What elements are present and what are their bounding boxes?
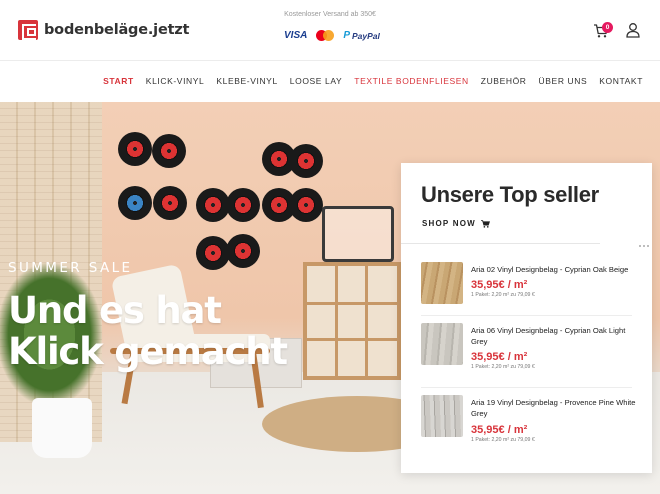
slider-dots-icon bbox=[600, 242, 652, 250]
product-name[interactable]: Aria 19 Vinyl Designbelag - Provence Pin… bbox=[471, 397, 636, 419]
hero-headline: Und es hat Klick gemacht bbox=[8, 289, 288, 373]
user-icon[interactable] bbox=[625, 22, 641, 38]
top-seller-title: Unsere Top seller bbox=[421, 182, 599, 207]
cart-count-badge: 0 bbox=[602, 22, 613, 33]
nav-item-kontakt[interactable]: KONTAKT bbox=[599, 76, 643, 86]
mastercard-icon bbox=[316, 30, 335, 41]
nav-item-loose-lay[interactable]: LOOSE LAY bbox=[290, 76, 343, 86]
product-unit-note: 1 Paket: 2,20 m² zu 79,09 € bbox=[471, 437, 535, 443]
nav-item-ueber-uns[interactable]: ÜBER UNS bbox=[539, 76, 588, 86]
cart-small-icon bbox=[480, 219, 490, 228]
nav-item-zubehoer[interactable]: ZUBEHÖR bbox=[481, 76, 527, 86]
visa-icon: VISA bbox=[284, 30, 308, 41]
brand-name: bodenbeläge.jetzt bbox=[44, 22, 190, 38]
product-name[interactable]: Aria 02 Vinyl Designbelag - Cyprian Oak … bbox=[471, 264, 636, 275]
product-unit-note: 1 Paket: 2,20 m² zu 79,09 € bbox=[471, 364, 535, 370]
paypal-icon: P PayPal bbox=[343, 30, 380, 41]
product-image[interactable] bbox=[421, 262, 463, 304]
product-name[interactable]: Aria 06 Vinyl Designbelag - Cyprian Oak … bbox=[471, 325, 636, 347]
payment-methods: VISA P PayPal bbox=[284, 30, 380, 41]
product-price: 35,95€ / m² bbox=[471, 279, 528, 291]
product-price: 35,95€ / m² bbox=[471, 351, 528, 363]
product-item[interactable]: Aria 19 Vinyl Designbelag - Provence Pin… bbox=[421, 395, 636, 445]
hero-tagline: SUMMER SALE bbox=[8, 260, 133, 276]
hero-plant-pot bbox=[32, 398, 92, 458]
nav-item-klick-vinyl[interactable]: KLICK-VINYL bbox=[146, 76, 205, 86]
site-header: bodenbeläge.jetzt Kostenloser Versand ab… bbox=[0, 0, 660, 60]
main-navigation: START KLICK-VINYL KLEBE-VINYL LOOSE LAY … bbox=[0, 60, 660, 102]
shipping-note: Kostenloser Versand ab 350€ bbox=[284, 11, 376, 18]
hero-record-rack bbox=[322, 206, 394, 262]
product-item[interactable]: Aria 06 Vinyl Designbelag - Cyprian Oak … bbox=[421, 323, 633, 373]
logo-icon bbox=[18, 20, 38, 40]
product-item[interactable]: Aria 02 Vinyl Designbelag - Cyprian Oak … bbox=[421, 262, 633, 312]
nav-item-textile-bodenfliesen[interactable]: TEXTILE BODENFLIESEN bbox=[354, 76, 469, 86]
nav-item-start[interactable]: START bbox=[103, 76, 134, 86]
nav-item-klebe-vinyl[interactable]: KLEBE-VINYL bbox=[216, 76, 277, 86]
shop-now-link[interactable]: SHOP NOW bbox=[422, 219, 490, 228]
product-image[interactable] bbox=[421, 395, 463, 437]
product-price: 35,95€ / m² bbox=[471, 424, 528, 436]
brand-logo[interactable]: bodenbeläge.jetzt bbox=[18, 20, 189, 40]
product-unit-note: 1 Paket: 2,20 m² zu 79,09 € bbox=[471, 292, 535, 298]
product-image[interactable] bbox=[421, 323, 463, 365]
top-seller-card: Unsere Top seller SHOP NOW Aria 02 Vinyl… bbox=[401, 163, 652, 473]
